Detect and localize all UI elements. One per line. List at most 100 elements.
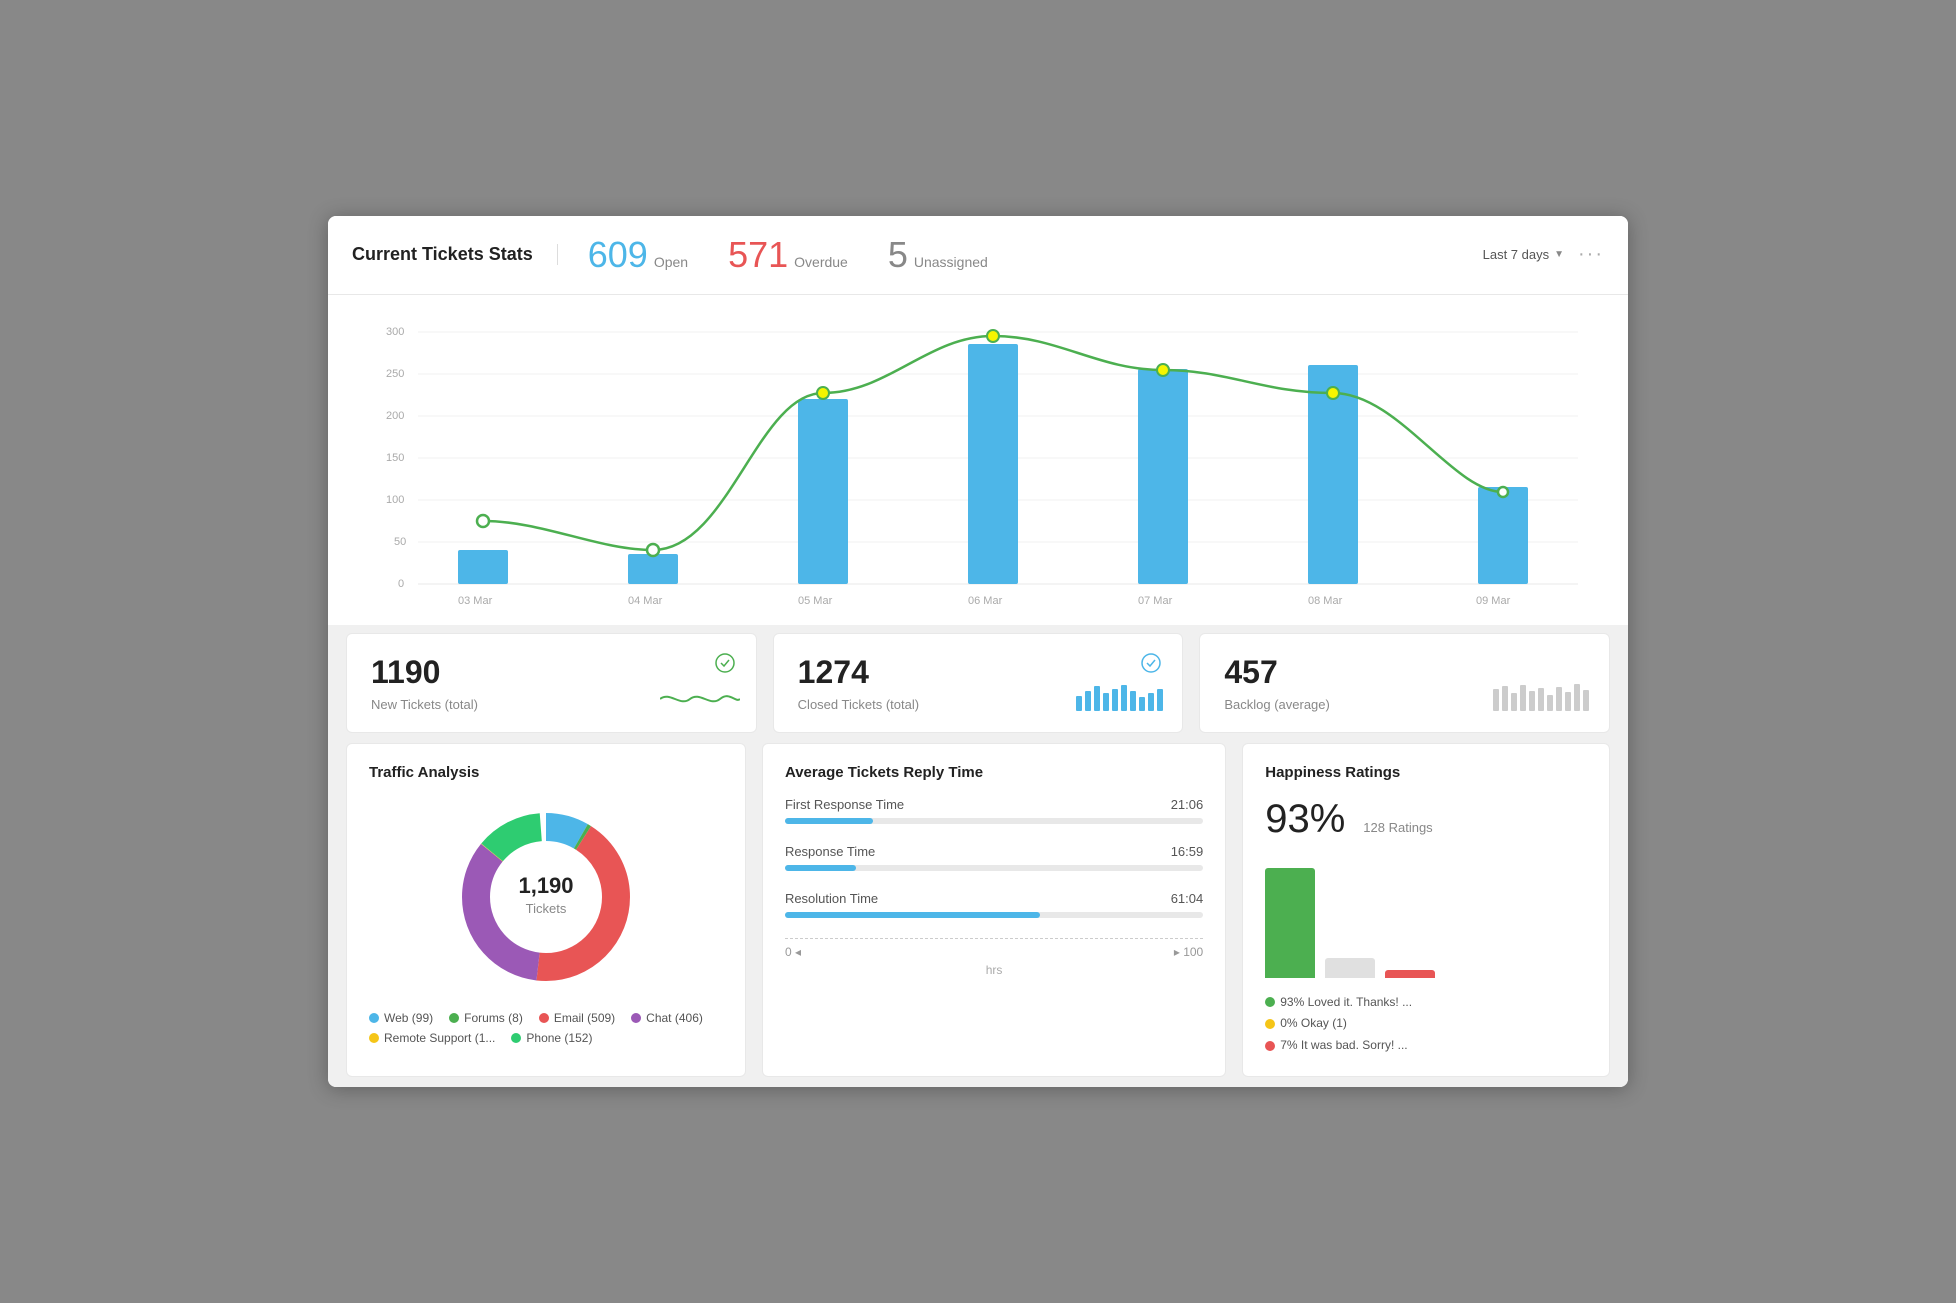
svg-text:0: 0 xyxy=(398,578,404,590)
bar-04mar xyxy=(628,554,678,584)
dot-08mar xyxy=(1327,387,1339,399)
dashboard: Current Tickets Stats 609 Open 571 Overd… xyxy=(328,216,1628,1088)
legend-label-web: Web (99) xyxy=(384,1011,433,1025)
happiness-pct: 93% xyxy=(1265,797,1345,842)
first-response-row: First Response Time 21:06 xyxy=(785,797,1203,824)
overdue-stat: 571 Overdue xyxy=(728,234,848,276)
unassigned-stat: 5 Unassigned xyxy=(888,234,988,276)
x-label-09mar: 09 Mar xyxy=(1476,595,1511,607)
x-label-06mar: 06 Mar xyxy=(968,595,1003,607)
x-label-08mar: 08 Mar xyxy=(1308,595,1343,607)
svg-text:250: 250 xyxy=(386,368,404,380)
dot-03mar xyxy=(477,515,489,527)
new-tickets-wavy xyxy=(660,687,740,716)
resolution-time-label: Resolution Time xyxy=(785,891,878,906)
happiness-bar-good xyxy=(1265,868,1315,978)
happiness-bar-bad xyxy=(1385,970,1435,978)
closed-tickets-card: 1274 Closed Tickets (total) xyxy=(773,633,1184,733)
donut-total: 1,190 xyxy=(518,873,573,898)
legend-dot-web xyxy=(369,1013,379,1023)
hleg-dot-ok xyxy=(1265,1019,1275,1029)
x-label-03mar: 03 Mar xyxy=(458,595,493,607)
bar-05mar xyxy=(798,399,848,584)
dashboard-title: Current Tickets Stats xyxy=(352,244,558,265)
response-time-bar-fill xyxy=(785,865,856,871)
first-response-value: 21:06 xyxy=(1171,797,1204,812)
donut-chart-wrap: 1,190 Tickets xyxy=(369,797,723,997)
legend-remote: Remote Support (1... xyxy=(369,1031,495,1045)
more-options-button[interactable]: ··· xyxy=(1578,243,1604,266)
bottom-section: Traffic Analysis 1,190 Tickets xyxy=(328,743,1628,1088)
x-label-05mar: 05 Mar xyxy=(798,595,833,607)
legend-label-email: Email (509) xyxy=(554,1011,615,1025)
dot-09mar xyxy=(1498,487,1508,497)
happiness-title: Happiness Ratings xyxy=(1265,764,1587,781)
dot-04mar xyxy=(647,544,659,556)
dot-07mar xyxy=(1157,364,1169,376)
response-time-value: 16:59 xyxy=(1171,844,1204,859)
avg-reply-card: Average Tickets Reply Time First Respons… xyxy=(762,743,1226,1078)
happiness-bars xyxy=(1265,858,1587,978)
legend-chat: Chat (406) xyxy=(631,1011,703,1025)
svg-text:50: 50 xyxy=(394,536,406,548)
chart-area: 300 250 200 150 100 50 0 xyxy=(358,315,1598,615)
resolution-time-bar-bg xyxy=(785,912,1203,918)
open-stat: 609 Open xyxy=(588,234,688,276)
legend-dot-phone xyxy=(511,1033,521,1043)
axis-row: 0 ◂ ▸ 100 xyxy=(785,938,1203,959)
legend-dot-email xyxy=(539,1013,549,1023)
happiness-bar-ok xyxy=(1325,958,1375,978)
response-time-row: Response Time 16:59 xyxy=(785,844,1203,871)
legend-label-forums: Forums (8) xyxy=(464,1011,523,1025)
happiness-header: 93% 128 Ratings xyxy=(1265,797,1587,842)
traffic-legend: Web (99) Forums (8) Email (509) Chat (40… xyxy=(369,1011,723,1045)
legend-label-phone: Phone (152) xyxy=(526,1031,592,1045)
resolution-time-value: 61:04 xyxy=(1171,891,1204,906)
legend-dot-forums xyxy=(449,1013,459,1023)
happiness-ratings-count: 128 Ratings xyxy=(1363,820,1432,835)
happiness-card: Happiness Ratings 93% 128 Ratings 93% Lo… xyxy=(1242,743,1610,1078)
svg-text:300: 300 xyxy=(386,326,404,338)
dot-05mar xyxy=(817,387,829,399)
first-response-label: First Response Time xyxy=(785,797,904,812)
hleg-label-bad: 7% It was bad. Sorry! ... xyxy=(1280,1035,1407,1057)
chart-section: 300 250 200 150 100 50 0 xyxy=(328,295,1628,625)
legend-dot-chat xyxy=(631,1013,641,1023)
new-tickets-number: 1190 xyxy=(371,654,732,691)
response-time-header: Response Time 16:59 xyxy=(785,844,1203,859)
bar-03mar xyxy=(458,550,508,584)
time-filter-button[interactable]: Last 7 days ▼ xyxy=(1483,247,1564,262)
first-response-bar-bg xyxy=(785,818,1203,824)
new-tickets-card: 1190 New Tickets (total) xyxy=(346,633,757,733)
traffic-analysis-card: Traffic Analysis 1,190 Tickets xyxy=(346,743,746,1078)
header-right: Last 7 days ▼ ··· xyxy=(1483,243,1604,266)
overdue-label: Overdue xyxy=(794,254,848,270)
legend-email: Email (509) xyxy=(539,1011,615,1025)
hleg-label-good: 93% Loved it. Thanks! ... xyxy=(1280,992,1412,1014)
donut-chart-svg: 1,190 Tickets xyxy=(446,797,646,997)
first-response-header: First Response Time 21:06 xyxy=(785,797,1203,812)
axis-end: ▸ 100 xyxy=(1174,945,1203,959)
x-label-07mar: 07 Mar xyxy=(1138,595,1173,607)
hleg-dot-bad xyxy=(1265,1041,1275,1051)
hleg-good: 93% Loved it. Thanks! ... xyxy=(1265,992,1587,1014)
check-circle-icon-2 xyxy=(1140,652,1162,679)
closed-tickets-bar-mini xyxy=(1076,681,1166,716)
stats-cards-row: 1190 New Tickets (total) 1274 Closed Tic… xyxy=(328,633,1628,743)
traffic-title: Traffic Analysis xyxy=(369,764,723,781)
x-label-04mar: 04 Mar xyxy=(628,595,663,607)
resolution-time-header: Resolution Time 61:04 xyxy=(785,891,1203,906)
unassigned-label: Unassigned xyxy=(914,254,988,270)
donut-label: Tickets xyxy=(526,901,567,916)
legend-dot-remote xyxy=(369,1033,379,1043)
legend-forums: Forums (8) xyxy=(449,1011,523,1025)
response-time-bar-bg xyxy=(785,865,1203,871)
legend-label-remote: Remote Support (1... xyxy=(384,1031,495,1045)
hleg-label-ok: 0% Okay (1) xyxy=(1280,1013,1347,1035)
axis-unit: hrs xyxy=(785,963,1203,977)
happiness-legend: 93% Loved it. Thanks! ... 0% Okay (1) 7%… xyxy=(1265,992,1587,1057)
backlog-card: 457 Backlog (average) xyxy=(1199,633,1610,733)
avg-reply-title: Average Tickets Reply Time xyxy=(785,764,1203,781)
hleg-ok: 0% Okay (1) xyxy=(1265,1013,1587,1035)
response-time-label: Response Time xyxy=(785,844,875,859)
